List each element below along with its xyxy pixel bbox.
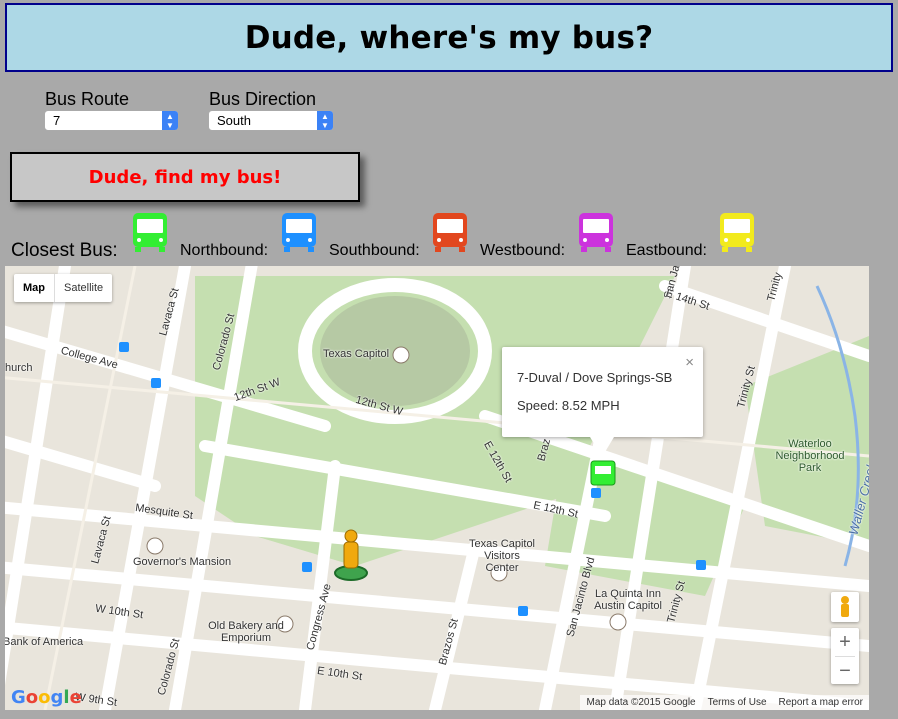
map-label-la-quinta: La Quinta Inn Austin Capitol — [594, 588, 662, 612]
bus-route-label: Bus Route — [45, 89, 130, 109]
find-bus-label: Dude, find my bus! — [88, 166, 282, 188]
bus-north-icon — [282, 213, 316, 252]
bus-route-select[interactable]: 7 ▲ ▼ — [44, 110, 179, 131]
street-view-pegman-button[interactable] — [831, 592, 859, 622]
pegman-icon — [841, 596, 849, 617]
bus-east-icon — [720, 213, 754, 252]
map-label-old-bakery: Old Bakery and Emporium — [208, 620, 284, 644]
bus-info-window: 7-Duval / Dove Springs-SB Speed: 8.52 MP… — [502, 347, 703, 457]
legend-east-label: Eastbound: — [626, 242, 707, 259]
map-type-map-button[interactable]: Map — [14, 274, 55, 302]
chevron-updown-icon: ▲ ▼ — [317, 111, 333, 130]
bus-direction-label: Bus Direction — [209, 89, 317, 109]
legend-south-label: Southbound: — [329, 242, 420, 259]
bus-direction-value: South — [217, 113, 251, 128]
map-label-church: hurch — [5, 362, 33, 374]
close-icon[interactable]: × — [685, 354, 694, 371]
map-label-texas-capitol: Texas Capitol — [323, 348, 390, 360]
terms-of-use-link[interactable]: Terms of Use — [702, 695, 773, 710]
map-label-bank: Bank of America — [5, 636, 84, 648]
info-window-tail — [590, 437, 614, 457]
bus-closest-icon — [133, 213, 167, 252]
report-map-error-link[interactable]: Report a map error — [773, 695, 869, 710]
info-speed: Speed: 8.52 MPH — [517, 398, 620, 413]
chevron-updown-icon: ▲ ▼ — [162, 111, 178, 130]
google-logo: Google — [11, 687, 82, 708]
zoom-control: + − — [831, 628, 859, 684]
legend-closest-label: Closest Bus: — [11, 240, 118, 261]
bus-south-icon — [433, 213, 467, 252]
zoom-in-button[interactable]: + — [831, 628, 859, 656]
map-view[interactable]: Texas Capitol College Ave hurch Lavaca S… — [5, 266, 869, 710]
legend-north-label: Northbound: — [180, 242, 269, 259]
page-title: Dude, where's my bus? — [244, 19, 654, 56]
page-header: Dude, where's my bus? — [5, 3, 893, 72]
info-route-title: 7-Duval / Dove Springs-SB — [517, 370, 673, 385]
map-base — [5, 266, 869, 710]
bus-west-icon — [579, 213, 613, 252]
map-label-waterloo: Waterloo Neighborhood Park — [775, 438, 845, 474]
legend-west-label: Westbound: — [480, 242, 566, 259]
map-type-satellite-button[interactable]: Satellite — [55, 274, 112, 302]
map-label-visitors: Texas Capitol Visitors Center — [468, 538, 536, 574]
map-label-governors: Governor's Mansion — [133, 556, 232, 568]
map-type-control: Map Satellite — [14, 274, 113, 302]
bus-route-value: 7 — [53, 113, 61, 128]
zoom-out-button[interactable]: − — [831, 657, 859, 685]
find-bus-button[interactable]: Dude, find my bus! — [10, 152, 360, 202]
map-data-attribution: Map data ©2015 Google — [586, 697, 696, 708]
map-footer: Map data ©2015 Google Terms of Use Repor… — [580, 695, 869, 710]
bus-direction-select[interactable]: South ▲ ▼ — [208, 110, 334, 131]
